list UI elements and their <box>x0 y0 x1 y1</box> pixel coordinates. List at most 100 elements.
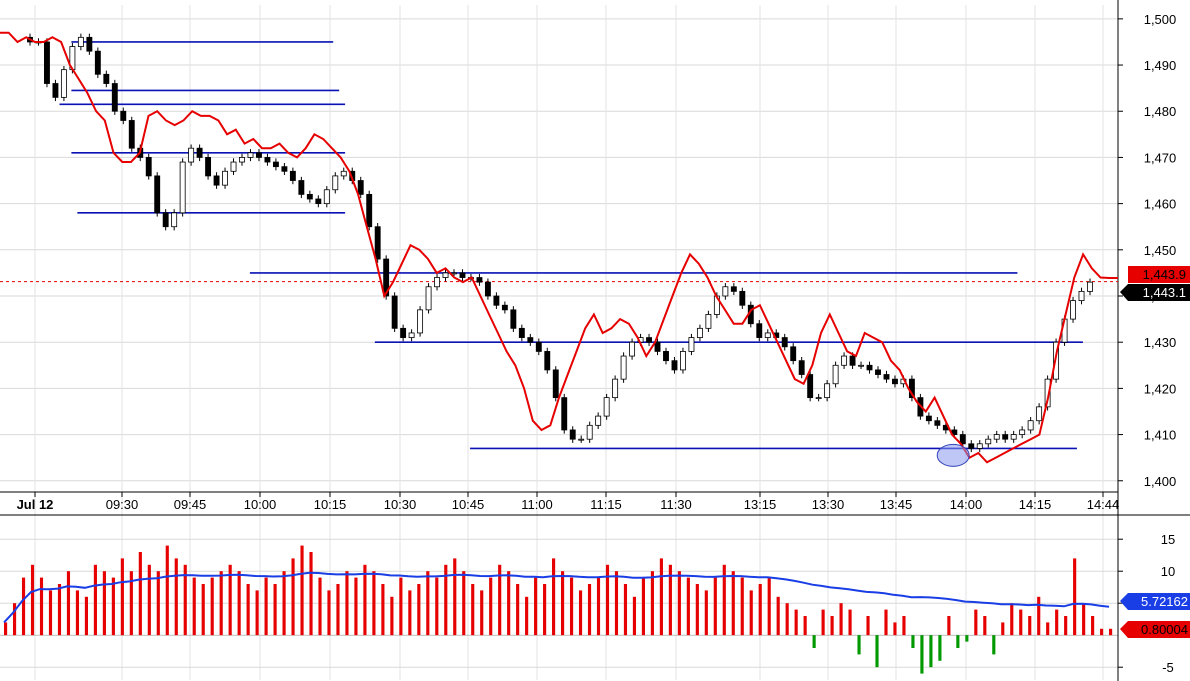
candle-body <box>858 364 864 367</box>
candle-body <box>94 50 101 75</box>
volume-bar <box>911 635 915 648</box>
volume-bar <box>776 596 780 636</box>
candle-body <box>332 175 339 191</box>
candle-body <box>459 272 466 278</box>
candle-body <box>400 327 407 338</box>
volume-bar <box>300 545 304 636</box>
candle-body <box>781 337 788 348</box>
price-tick-label: 1,480 <box>1144 104 1177 119</box>
candle-body <box>179 161 186 214</box>
volume-bar <box>704 590 708 636</box>
time-tick-label: 11:00 <box>521 497 553 512</box>
volume-bar <box>974 609 978 636</box>
volume-bar <box>273 584 277 636</box>
candle-body <box>256 152 262 158</box>
candle-body <box>756 323 763 338</box>
candle-body <box>985 438 992 445</box>
candle-body <box>680 351 686 371</box>
candle-body <box>289 170 296 181</box>
candle-body <box>451 272 457 275</box>
candle-body <box>272 161 279 168</box>
candle-body <box>959 434 966 445</box>
price-volume-chart: 1,5001,4901,4801,4701,4601,4501,4401,430… <box>0 0 1190 681</box>
volume-ma-tag: 5.72162 <box>1120 593 1190 610</box>
volume-bar <box>138 552 142 636</box>
volume-bar <box>120 558 124 636</box>
volume-ma-value: 5.72162 <box>1141 594 1188 609</box>
volume-bar <box>902 616 906 636</box>
volume-bar <box>471 584 475 636</box>
candle-body <box>44 41 50 84</box>
volume-bar <box>111 577 115 636</box>
time-tick-label: 13:45 <box>880 497 913 512</box>
candle-body <box>1010 434 1017 440</box>
price-tick-label: 1,500 <box>1144 12 1177 27</box>
volume-bar <box>596 577 601 636</box>
last-price-value: 1,443.1 <box>1143 285 1186 300</box>
candle-body <box>476 277 483 283</box>
candle-body <box>993 434 1000 440</box>
volume-bar <box>794 609 798 636</box>
volume-bar <box>641 577 645 636</box>
volume-bar <box>1109 628 1113 636</box>
volume-bar <box>830 616 834 636</box>
volume-bar <box>408 590 412 636</box>
candle-body <box>60 69 67 98</box>
volume-bar <box>875 635 879 668</box>
candle-body <box>722 286 729 297</box>
volume-bar <box>893 622 897 636</box>
candle-body <box>595 415 602 426</box>
time-tick-label: 10:45 <box>452 497 485 512</box>
candle-body <box>374 226 381 260</box>
volume-bar <box>650 571 654 636</box>
candle-body <box>1087 281 1093 292</box>
volume-bar <box>677 571 681 636</box>
volume-bar <box>623 584 628 636</box>
volume-bar <box>812 635 816 648</box>
volume-bar <box>767 577 771 636</box>
volume-last-value: 0.80004 <box>1141 622 1188 637</box>
volume-bar <box>1028 616 1032 636</box>
volume-bar <box>1055 609 1059 636</box>
candle-body <box>77 36 84 47</box>
candle-body <box>188 147 195 163</box>
volume-bar <box>237 571 241 636</box>
candle-body <box>213 175 220 186</box>
volume-bar <box>920 635 924 674</box>
price-tick-label: 1,400 <box>1144 474 1177 489</box>
candle-body <box>569 429 576 440</box>
price-tick-label: 1,420 <box>1144 381 1177 396</box>
volume-bar <box>219 571 223 636</box>
volume-bar <box>66 571 71 636</box>
volume-bar <box>1019 609 1023 636</box>
volume-bar <box>803 616 807 636</box>
time-tick-label: 09:45 <box>174 497 207 512</box>
time-tick-label: 10:30 <box>384 497 417 512</box>
volume-bar <box>1046 622 1050 636</box>
volume-bar <box>390 596 394 636</box>
volume-tick-label: 15 <box>1161 532 1175 547</box>
volume-bar <box>632 596 637 636</box>
candle-body <box>281 166 288 172</box>
candle-body <box>663 351 669 362</box>
volume-bar <box>956 635 960 648</box>
candle-body <box>306 193 313 200</box>
volume-bar <box>147 564 151 636</box>
overlay-last-value: 1,443.9 <box>1143 267 1186 282</box>
volume-bar <box>983 616 987 636</box>
price-tick-label: 1,430 <box>1144 335 1177 350</box>
candle-body <box>510 309 517 329</box>
volume-bar <box>156 571 160 636</box>
candle-body <box>578 438 585 441</box>
candle-body <box>603 397 610 417</box>
candle-body <box>934 420 941 426</box>
candle-body <box>832 364 839 385</box>
candle-body <box>323 189 330 205</box>
volume-tick-label: -5 <box>1162 660 1174 675</box>
volume-bar <box>1037 596 1041 636</box>
volume-bar <box>381 584 385 636</box>
candle-body <box>111 83 118 112</box>
time-tick-label: 14:00 <box>950 497 983 512</box>
volume-bar <box>246 584 250 636</box>
volume-bar <box>93 564 97 636</box>
